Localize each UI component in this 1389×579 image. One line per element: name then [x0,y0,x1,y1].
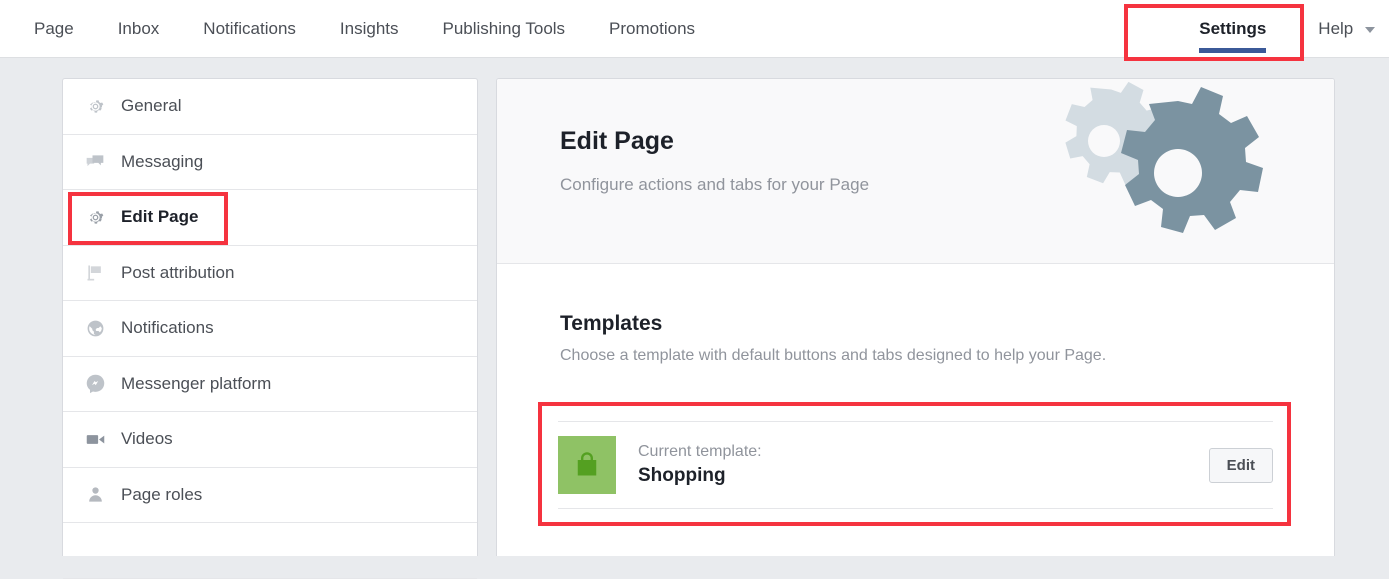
help-menu[interactable]: Help [1300,0,1375,58]
nav-item-inbox[interactable]: Inbox [104,0,174,58]
nav-item-publishing-tools[interactable]: Publishing Tools [429,0,580,58]
sidebar-item-edit-page[interactable]: Edit Page [63,190,477,246]
sidebar-item-label: Post attribution [121,262,235,282]
current-template-caption: Current template: [638,443,762,460]
shopping-bag-icon [577,452,597,476]
page-subtitle: Configure actions and tabs for your Page [560,175,870,194]
sidebar-item-label: Notifications [121,318,214,338]
nav-item-insights[interactable]: Insights [326,0,413,58]
settings-tab-active-underline [1199,48,1267,53]
current-template-block: Current template: Shopping Edit [558,421,1273,509]
flag-icon [83,261,107,285]
sidebar-item-partial[interactable] [63,523,477,579]
sidebar-item-general[interactable]: General [63,79,477,135]
help-menu-label: Help [1318,19,1354,38]
edit-template-button[interactable]: Edit [1208,447,1273,483]
chevron-down-icon [1365,26,1375,33]
nav-item-notifications[interactable]: Notifications [189,0,310,58]
sidebar-item-page-roles[interactable]: Page roles [63,468,477,523]
page-title: Edit Page [560,127,674,155]
nav-item-page[interactable]: Page [20,0,88,58]
sidebar-item-messenger-platform[interactable]: Messenger platform [63,357,477,412]
template-thumbnail [558,436,616,494]
sidebar-item-label: General [121,96,182,116]
gear-icon [83,205,107,229]
settings-tab[interactable]: Settings [1165,0,1300,58]
sidebar-item-messaging[interactable]: Messaging [63,135,477,190]
current-template-row: Current template: Shopping Edit [558,422,1273,508]
templates-subtitle: Choose a template with default buttons a… [560,347,1107,364]
templates-section: Templates Choose a template with default… [497,264,1334,365]
person-icon [83,483,107,507]
messenger-icon [83,372,107,396]
sidebar-item-post-attribution[interactable]: Post attribution [63,246,477,301]
sidebar-item-label: Messaging [121,151,204,171]
top-navigation-bar: Page Inbox Notifications Insights Publis… [0,0,1389,58]
sidebar-item-notifications[interactable]: Notifications [63,301,477,357]
panel-header: Edit Page Configure actions and tabs for… [497,79,1334,264]
divider-bottom [558,508,1273,509]
gear-icon [83,94,107,118]
video-camera-icon [83,427,107,451]
sidebar-item-label: Messenger platform [121,373,272,393]
templates-title: Templates [560,312,663,335]
settings-tab-label: Settings [1199,19,1267,38]
settings-sidebar: General Messaging Edit Page Post attribu… [62,78,478,579]
sidebar-item-videos[interactable]: Videos [63,412,477,468]
template-text: Current template: Shopping [638,442,1209,488]
sidebar-item-label: Videos [121,429,173,449]
chat-bubbles-icon [83,150,107,174]
sidebar-item-label: Edit Page [121,207,199,227]
two-gears-illustration [1065,81,1263,233]
top-nav-right-group: Settings Help [1165,0,1375,58]
current-template-name: Shopping [638,465,726,486]
sidebar-item-label: Page roles [121,484,203,504]
top-nav-items: Page Inbox Notifications Insights Publis… [20,0,725,58]
nav-item-promotions[interactable]: Promotions [595,0,709,58]
globe-icon [83,316,107,340]
